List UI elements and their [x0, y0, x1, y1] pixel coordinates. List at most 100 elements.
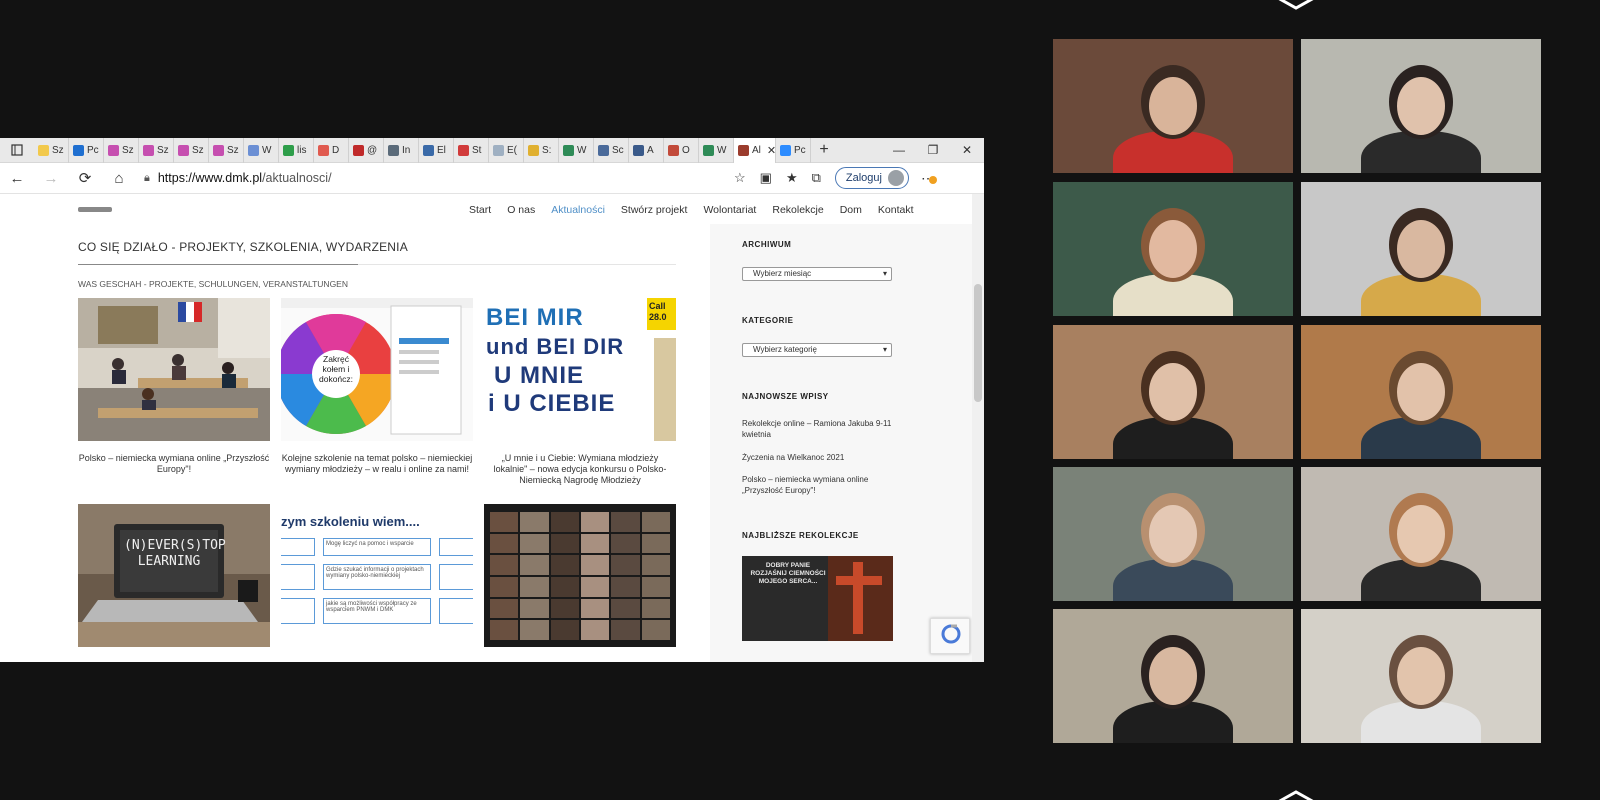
tab-label: E( — [507, 144, 517, 156]
nav-item[interactable]: Stwórz projekt — [621, 204, 688, 216]
browser-tab[interactable]: Sz — [139, 138, 174, 163]
notification-dot — [928, 175, 937, 184]
mini-video-tile — [550, 512, 579, 532]
browser-tab[interactable]: Sz — [209, 138, 244, 163]
nav-item[interactable]: Rekolekcje — [772, 204, 823, 216]
nav-item[interactable]: Dom — [840, 204, 862, 216]
browser-tab[interactable]: lis — [279, 138, 314, 163]
retreat-banner[interactable]: DOBRY PANIE ROZJAŚNIJ CIEMNOŚCI MOJEGO S… — [742, 556, 893, 641]
home-icon[interactable]: ⌂ — [102, 170, 136, 187]
browser-tab[interactable]: Sz — [104, 138, 139, 163]
recent-post-link[interactable]: Polsko – niemiecka wymiana online „Przys… — [742, 474, 902, 496]
post-caption[interactable]: Polsko – niemiecka wymiana online „Przys… — [78, 453, 270, 475]
post-caption[interactable]: Kolejne szkolenie na temat polsko – niem… — [281, 453, 473, 475]
back-icon[interactable]: ← — [0, 170, 34, 187]
login-label: Zaloguj — [845, 172, 882, 184]
participant-video-tile[interactable] — [1301, 39, 1541, 173]
recaptcha-badge[interactable] — [930, 618, 970, 654]
browser-tab[interactable]: D — [314, 138, 349, 163]
post-caption[interactable]: „U mnie i u Ciebie: Wymiana młodzieży lo… — [484, 453, 676, 486]
collections-icon[interactable]: ⧉ — [812, 170, 821, 186]
more-menu-icon[interactable]: ⋯ — [921, 170, 937, 187]
participant-video-tile[interactable] — [1301, 609, 1541, 743]
browser-tab[interactable]: Sz — [174, 138, 209, 163]
expand-down-icon[interactable] — [1276, 790, 1316, 800]
browser-tab[interactable]: St — [454, 138, 489, 163]
participant-video-tile[interactable] — [1301, 325, 1541, 459]
poster-badge: Call 28.0 — [647, 298, 676, 330]
retreats-heading: NAJBLIŻSZE REKOLEKCJE — [742, 531, 859, 540]
archive-select-value: Wybierz miesiąc — [753, 269, 812, 278]
extensions-icon[interactable]: ▣ — [760, 170, 772, 186]
browser-tab[interactable]: Sc — [594, 138, 629, 163]
scrollbar-thumb[interactable] — [974, 284, 982, 402]
web-page: Start O nas Aktualności Stwórz projekt Wolon… — [0, 194, 984, 662]
nav-item[interactable]: Aktualności — [551, 204, 605, 216]
tab-label: El — [437, 144, 446, 156]
browser-tab[interactable]: El — [419, 138, 454, 163]
participant-video-tile[interactable] — [1053, 182, 1293, 316]
close-window-icon[interactable]: ✕ — [950, 143, 984, 157]
close-tab-icon[interactable]: ✕ — [767, 144, 775, 157]
screen: Sz Pc Sz Sz Sz Sz Wlis D @ In El St E(S: W Sc A O W Al ✕ … — [0, 0, 1600, 800]
participant-face — [1397, 647, 1445, 705]
post-image-laptop[interactable]: (N)EVER(S)TOP LEARNING — [78, 504, 270, 647]
nav-item[interactable]: Kontakt — [878, 204, 914, 216]
tab-favicon-icon — [738, 144, 749, 156]
tab-active[interactable]: Al ✕ — [734, 138, 776, 163]
browser-tab[interactable]: @ — [349, 138, 384, 163]
add-favorite-icon[interactable]: ☆ — [734, 170, 746, 186]
page-scrollbar[interactable] — [972, 194, 984, 662]
tab-label: Sz — [192, 144, 204, 156]
browser-tab[interactable]: Sz — [34, 138, 69, 163]
post-image-video-call[interactable] — [484, 504, 676, 647]
nav-item[interactable]: O nas — [507, 204, 535, 216]
browser-tab[interactable]: Pc — [69, 138, 104, 163]
mini-video-tile — [611, 533, 640, 554]
tab-label: Sc — [612, 144, 624, 156]
browser-tab[interactable]: O — [664, 138, 699, 163]
recent-post-link[interactable]: Rekolekcje online – Ramiona Jakuba 9-11 … — [742, 418, 902, 440]
url-field[interactable]: 🔒︎ https://www.dmk.pl/aktualnosci/ — [144, 171, 734, 185]
post-image-slide[interactable]: zym szkoleniu wiem.... Mogę liczyć na po… — [281, 504, 473, 647]
browser-tab[interactable]: A — [629, 138, 664, 163]
mini-video-tile — [520, 620, 549, 640]
categories-select[interactable]: Wybierz kategorię ▾ — [742, 343, 892, 357]
title-divider-light — [358, 264, 676, 265]
browser-tab[interactable]: W — [699, 138, 734, 163]
participant-video-tile[interactable] — [1301, 182, 1541, 316]
restore-icon[interactable]: ❐ — [916, 143, 950, 157]
favorites-icon[interactable]: ★ — [786, 170, 798, 186]
minimize-icon[interactable]: — — [882, 143, 916, 157]
login-button[interactable]: Zaloguj — [834, 167, 909, 189]
poster-line: BEI MIR — [486, 304, 584, 331]
participant-video-tile[interactable] — [1053, 39, 1293, 173]
browser-tab[interactable]: E( — [489, 138, 524, 163]
site-logo[interactable] — [78, 207, 112, 212]
refresh-icon[interactable]: ⟳ — [68, 169, 102, 187]
participant-video-tile[interactable] — [1301, 467, 1541, 601]
new-tab-button[interactable]: + — [811, 141, 837, 159]
archive-select[interactable]: Wybierz miesiąc ▾ — [742, 267, 892, 281]
browser-tab[interactable]: In — [384, 138, 419, 163]
tab-zoom[interactable]: Pc — [776, 138, 811, 163]
post-image-classroom[interactable] — [78, 298, 270, 441]
tab-actions-icon[interactable] — [0, 138, 34, 163]
nav-item[interactable]: Start — [469, 204, 491, 216]
mini-video-tile — [611, 555, 640, 575]
browser-tab[interactable]: S: — [524, 138, 559, 163]
participant-video-tile[interactable] — [1053, 325, 1293, 459]
participant-face — [1397, 505, 1445, 563]
tab-favicon-icon — [493, 144, 504, 156]
participant-video-tile[interactable] — [1053, 467, 1293, 601]
collapse-up-icon[interactable] — [1276, 0, 1316, 10]
recent-post-link[interactable]: Życzenia na Wielkanoc 2021 — [742, 452, 902, 463]
browser-tab[interactable]: W — [559, 138, 594, 163]
post-image-wheel[interactable]: Zakręć kołem i dokończ: — [281, 298, 473, 441]
mini-video-tile — [490, 555, 519, 575]
post-image-poster[interactable]: BEI MIR und BEI DIR U MNIE i U CIEBIE Ca… — [484, 298, 676, 441]
nav-item[interactable]: Wolontariat — [703, 204, 756, 216]
mini-video-tile — [490, 512, 519, 532]
browser-tab[interactable]: W — [244, 138, 279, 163]
participant-video-tile[interactable] — [1053, 609, 1293, 743]
